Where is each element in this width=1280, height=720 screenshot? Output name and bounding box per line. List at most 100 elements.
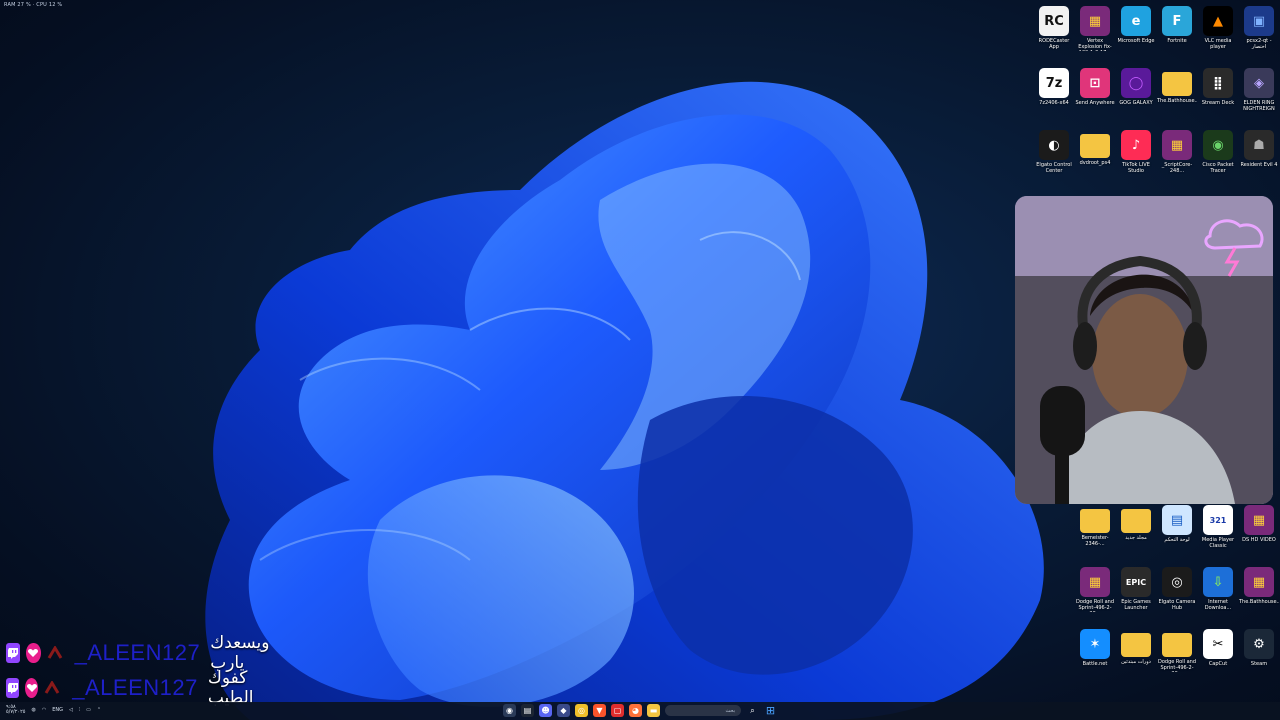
brave-icon[interactable]: ▼ [593,704,606,717]
chat-username: _ALEEN127 [74,640,201,665]
taskbar-apps: ◉ ▤ ☻ ◆ ◎ ▼ ▢ ◕ ▬ بحث ⌕ ⊞ [503,704,777,717]
desktop-shortcut-label: TikTok LIVE Studio [1122,162,1150,174]
folder-icon [1080,509,1110,533]
re4-icon: ☗ [1244,130,1274,160]
chat-message: _ALEEN127 ويسعدك يارب [6,633,281,673]
desktop-shortcut[interactable]: دورات مبتدئين [1116,629,1156,665]
search-box[interactable]: بحث [665,705,741,716]
battlenet-icon: ✶ [1080,629,1110,659]
desktop-shortcut[interactable]: ▣ pcsx2-qt - اختصار [1239,6,1279,50]
desktop-shortcut[interactable]: ◯ GOG GALAXY [1116,68,1156,106]
desktop-shortcut-label: مجلد جديد [1125,535,1147,541]
tiktok-icon: ♪ [1121,130,1151,160]
desktop-shortcut-label: CapCut [1208,661,1228,667]
desktop-shortcut[interactable]: ▲ VLC media player [1198,6,1238,50]
desktop-shortcut-label: RODECaster App [1038,38,1070,50]
capcut-icon: ✂ [1203,629,1233,659]
desktop-shortcut[interactable]: 7z 7z2406-x64 [1034,68,1074,106]
elden-ring-icon: ◈ [1244,68,1274,98]
desktop-shortcut-label: Send Anywhere [1075,100,1115,106]
epic-games-icon: EPIC [1121,567,1151,597]
wifi-icon[interactable]: ◠ [42,707,46,713]
desktop-shortcut-label: لوحة التحكم [1164,537,1190,543]
winrar-icon: ▦ [1244,505,1274,535]
chat-message-text: ويسعدك يارب [210,633,270,673]
desktop-shortcut-label: Bemeister-2346-... [1081,535,1109,547]
file-explorer-app-icon[interactable]: ▤ [521,704,534,717]
chat-message: _ALEEN127 كفوك الطيب [6,668,267,708]
edge-icon: e [1121,6,1151,36]
language-indicator[interactable]: ENG [52,707,63,713]
desktop-shortcut[interactable]: ☗ Resident Evil 4 [1239,130,1279,168]
microphone-icon[interactable]: ⫶ [79,707,80,713]
desktop-shortcut[interactable]: مجلد جديد [1116,505,1156,541]
folder-icon[interactable]: ▬ [647,704,660,717]
desktop-shortcut[interactable]: ♪ TikTok LIVE Studio [1116,130,1156,174]
desktop-shortcut[interactable]: ✂ CapCut [1198,629,1238,667]
desktop-shortcut[interactable]: ▦ The.Bathhouse... [1239,567,1279,605]
search-icon[interactable]: ⌕ [746,704,759,717]
chevron-up-icon[interactable]: ⌃ [97,707,101,713]
clock[interactable]: ٩:٥٨ ٥/٧/٢٠٢٥ [6,705,25,715]
app-icon[interactable]: ▢ [611,704,624,717]
7zip-icon: 7z [1039,68,1069,98]
desktop-shortcut-label: Internet Downloa... [1204,599,1232,611]
desktop-shortcut-label: ELDEN RING NIGHTREIGN [1243,100,1275,112]
desktop-shortcut[interactable]: ▦ _ScriptCore-248... [1157,130,1197,174]
mod-badge-icon [47,643,63,663]
pcsx2-icon: ▣ [1244,6,1274,36]
mpc-icon: 321 [1203,505,1233,535]
desktop-shortcut[interactable]: ▤ لوحة التحكم [1157,505,1197,543]
chrome-icon[interactable]: ◎ [575,704,588,717]
desktop-shortcut[interactable]: ◐ Elgato Control Center [1034,130,1074,174]
desktop-shortcut[interactable]: EPIC Epic Games Launcher [1116,567,1156,611]
desktop-shortcut[interactable]: ⊡ Send Anywhere [1075,68,1115,106]
twitch-icon [6,678,20,698]
desktop-shortcut-label: _ScriptCore-248... [1161,162,1193,174]
desktop-shortcut-label: 7z2406-x64 [1039,100,1069,106]
desktop-shortcut[interactable]: ◉ Cisco Packet Tracer [1198,130,1238,174]
start-button-icon[interactable]: ⊞ [764,704,777,717]
desktop-shortcut[interactable]: F Fortnite [1157,6,1197,44]
steam-icon: ⚙ [1244,629,1274,659]
desktop-shortcut[interactable]: ▦ Dodge Roll and Sprint-496-2-30... [1075,567,1115,612]
discord-icon[interactable]: ☻ [539,704,552,717]
desktop-shortcut[interactable]: ✶ Battle.net [1075,629,1115,667]
desktop-shortcut[interactable]: ⚙ Steam [1239,629,1279,667]
desktop-shortcut-label: Epic Games Launcher [1121,599,1151,611]
desktop-shortcut[interactable]: dvdroot_ps4 [1075,130,1115,166]
desktop-shortcut-label: Cisco Packet Tracer [1202,162,1234,174]
mod-badge-icon [44,678,60,698]
desktop-shortcut[interactable]: ◈ ELDEN RING NIGHTREIGN [1239,68,1279,112]
desktop-shortcut[interactable]: ▦ DS HD VIDEO [1239,505,1279,543]
folder-icon [1080,134,1110,158]
network-icon[interactable]: ◍ [31,707,35,713]
display-icon[interactable]: ▭ [86,707,91,713]
desktop-shortcut-label: Resident Evil 4 [1240,162,1278,168]
desktop-shortcut[interactable]: ⇩ Internet Downloa... [1198,567,1238,611]
desktop-shortcut-label: VLC media player [1204,38,1232,50]
winrar-icon: ▦ [1162,130,1192,160]
desktop-shortcut[interactable]: The.Bathhouse... [1157,68,1197,104]
webcam-overlay [1015,196,1273,504]
obs-icon[interactable]: ◉ [503,704,516,717]
heart-badge-icon [26,643,41,663]
volume-icon[interactable]: ◁ [69,707,73,713]
desktop-shortcut[interactable]: RC RODECaster App [1034,6,1074,50]
desktop-shortcut-label: Stream Deck [1201,100,1235,106]
heart-badge-icon [25,678,39,698]
system-tray: ٩:٥٨ ٥/٧/٢٠٢٥ ◍ ◠ ENG ◁ ⫶ ▭ ⌃ [6,705,101,715]
desktop-shortcut[interactable]: Bemeister-2346-... [1075,505,1115,547]
stream-deck-icon: ⣿ [1203,68,1233,98]
desktop-shortcut[interactable]: ⣿ Stream Deck [1198,68,1238,106]
desktop-shortcut-label: pcsx2-qt - اختصار [1246,38,1272,50]
stream-app-icon[interactable]: ◆ [557,704,570,717]
desktop-shortcut[interactable]: 321 Media Player Classic [1198,505,1238,549]
desktop-shortcut[interactable]: ◎ Elgato Camera Hub [1157,567,1197,611]
desktop-shortcut[interactable]: ▦ Vertex Explosion fix-109-1-0-17... [1075,6,1115,51]
firefox-icon[interactable]: ◕ [629,704,642,717]
desktop-shortcut[interactable]: e Microsoft Edge [1116,6,1156,44]
desktop-shortcut[interactable]: Dodge Roll and Sprint-496-2-30... [1157,629,1197,672]
desktop-shortcut-label: The.Bathhouse... [1157,98,1197,104]
winrar-icon: ▦ [1080,567,1110,597]
